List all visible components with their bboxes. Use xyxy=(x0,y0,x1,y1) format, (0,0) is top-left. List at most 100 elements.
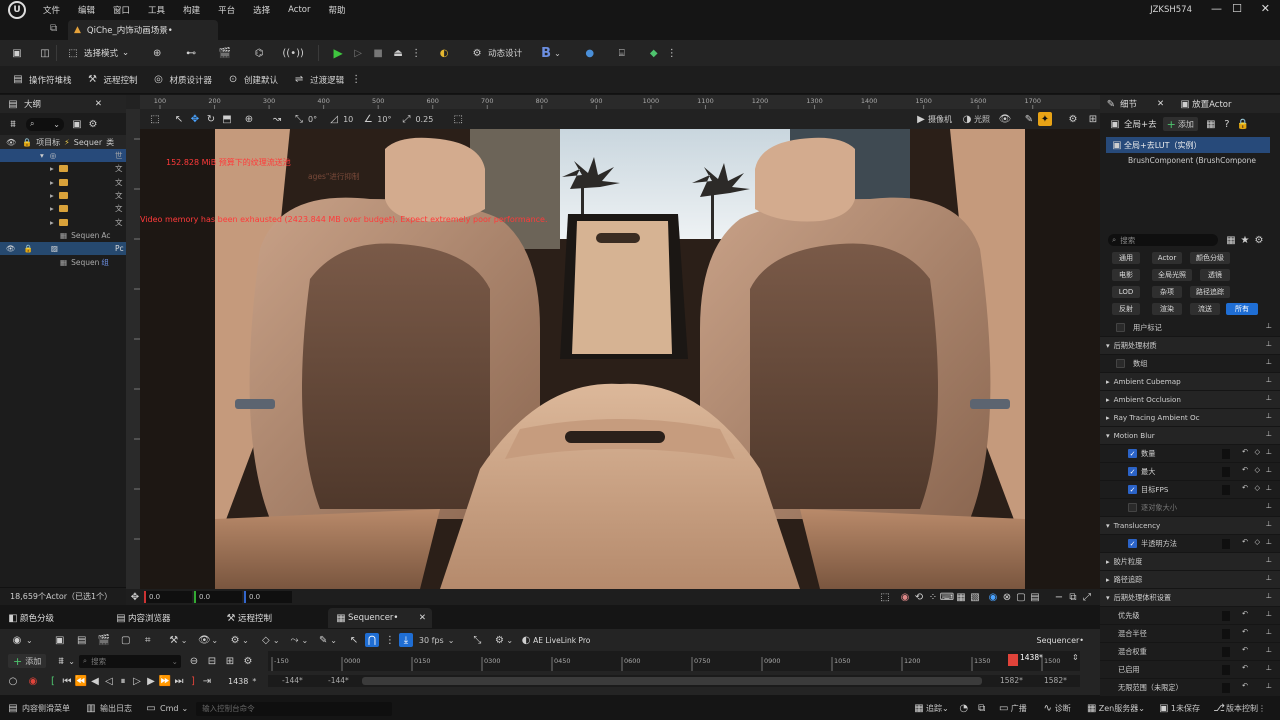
gamepad-icon[interactable]: ⌨ xyxy=(940,590,954,604)
start-bracket-icon[interactable]: [ xyxy=(46,674,60,688)
property-row[interactable]: ▸ Ray Tracing Ambient Oc ⊥ xyxy=(1100,409,1280,427)
favorite-icon[interactable]: ★ xyxy=(1238,233,1252,247)
broadcast-icon[interactable]: ((•)) xyxy=(282,46,304,60)
value-field[interactable] xyxy=(1222,467,1230,477)
camera-icon[interactable]: ▢ xyxy=(119,633,133,647)
create-default-button[interactable]: ⊙ 创建默认 xyxy=(221,70,283,90)
select-tool-icon[interactable]: ↖ xyxy=(172,112,186,126)
pin-icon[interactable]: ⊥ xyxy=(1266,483,1272,492)
menu-file[interactable]: 文件 xyxy=(34,4,69,16)
more-options-icon[interactable]: ⋮ xyxy=(409,46,423,60)
property-row[interactable]: ▾ 后期处理材质 ⊥ xyxy=(1100,337,1280,355)
settings-icon[interactable]: ⚙ xyxy=(241,654,255,668)
settings-icon[interactable]: ⚙ xyxy=(492,633,506,647)
checkbox[interactable]: ✓ xyxy=(1128,449,1137,458)
tab-sequencer[interactable]: ▦ Sequencer• ✕ xyxy=(328,608,432,628)
prev-frame-icon[interactable]: ◀ xyxy=(88,674,102,688)
car-interior-render[interactable]: 152.828 MiB 预算下的纹理流送池 ages"进行抑制 Video me… xyxy=(140,129,1100,589)
jump-start-icon[interactable]: ⏮ xyxy=(60,674,74,688)
property-row[interactable]: ▸ 胶片粒度 ⊥ xyxy=(1100,553,1280,571)
realtime-icon[interactable]: ✎ xyxy=(1022,112,1036,126)
camera-icon[interactable]: ⌸ xyxy=(615,46,629,60)
key-icon[interactable]: ◇ xyxy=(259,633,273,647)
tree-row-sequence-actor[interactable]: ▦ Sequen Ac xyxy=(0,229,126,242)
coord-y-field[interactable]: 0.0 xyxy=(194,591,242,603)
view-icon[interactable]: 👁 xyxy=(197,633,211,647)
property-row[interactable]: 优先级 ↶ ⊥ xyxy=(1100,607,1280,625)
content-drawer-button[interactable]: ▤ 内容侧滑菜单 xyxy=(6,702,70,716)
menu-select[interactable]: 选择 xyxy=(244,4,279,16)
column-type[interactable]: 类 xyxy=(106,137,114,148)
surface-snap-icon[interactable]: ↝ xyxy=(270,112,284,126)
select-tool-icon[interactable]: ↖ xyxy=(347,633,361,647)
find-icon[interactable]: ▤ xyxy=(75,633,89,647)
chevron-down-icon[interactable]: ⌄ xyxy=(273,636,280,645)
chevron-down-icon[interactable]: ⌄ xyxy=(448,636,455,645)
zen-server-button[interactable]: ▦ Zen服务器 ⌄ xyxy=(1085,702,1145,716)
jump-end-icon[interactable]: ⏭ xyxy=(172,674,186,688)
content-icon[interactable]: ◫ xyxy=(38,46,52,60)
user-name[interactable]: JZKSH574 xyxy=(1150,5,1192,15)
maximize-viewport-icon[interactable]: ⬚ xyxy=(451,112,465,126)
pin-icon[interactable]: ⊥ xyxy=(1266,555,1272,564)
menu-window[interactable]: 窗口 xyxy=(104,4,139,16)
checkbox[interactable]: ✓ xyxy=(1128,485,1137,494)
chip-actor[interactable]: Actor xyxy=(1152,252,1182,264)
property-row[interactable]: ✓ 最大 ↶ ◇ ⊥ xyxy=(1100,463,1280,481)
checkbox[interactable] xyxy=(1116,323,1125,332)
reset-icon[interactable]: ↶ xyxy=(1242,627,1248,636)
timeline-ruler[interactable]: -150 0000 0150 0300 0450 0600 0750 0900 1050 1200… xyxy=(268,651,1080,671)
brush-component-row[interactable]: BrushComponent (BrushCompone xyxy=(1100,153,1280,167)
chevron-down-icon[interactable]: ⌄ xyxy=(330,636,337,645)
console-input[interactable]: 输入控制台命令 xyxy=(196,701,393,716)
rotate-tool-icon[interactable]: ↻ xyxy=(204,112,218,126)
chip-misc[interactable]: 杂项 xyxy=(1152,286,1182,298)
frame-icon[interactable]: ⬚ xyxy=(878,590,892,604)
derived-data-icon[interactable]: ◔ xyxy=(957,702,971,716)
menu-edit[interactable]: 编辑 xyxy=(69,4,104,16)
menu-build[interactable]: 构建 xyxy=(174,4,209,16)
eject-icon[interactable]: ⏏ xyxy=(391,46,405,60)
tab-color-grading[interactable]: ◧ 颜色分级 xyxy=(0,608,54,628)
build-icon[interactable]: ⌬ xyxy=(252,46,266,60)
tree-row-folder[interactable]: ▸ 文 xyxy=(0,202,126,215)
property-row[interactable]: ✓ 目标FPS ↶ ◇ ⊥ xyxy=(1100,481,1280,499)
chip-color-grading[interactable]: 颜色分级 xyxy=(1190,252,1230,264)
step-icon[interactable]: ▷ xyxy=(351,46,365,60)
tab-details[interactable]: 细节 xyxy=(1120,98,1137,110)
blueprint-icon[interactable]: ⊷ xyxy=(184,46,198,60)
prev-key-icon[interactable]: ⏪ xyxy=(74,674,88,688)
current-frame-field[interactable]: 1438 xyxy=(228,677,248,686)
scale-snap-icon[interactable]: ⤢ xyxy=(399,112,413,126)
key-tools-icon[interactable]: ⚒ xyxy=(167,633,181,647)
cinematics-icon[interactable]: 🎬 xyxy=(218,46,232,60)
close-tab-icon[interactable]: ✕ xyxy=(419,613,426,623)
fps-dropdown[interactable]: 30 fps xyxy=(419,636,444,645)
playhead-marker[interactable] xyxy=(1008,654,1018,666)
reset-icon[interactable]: ↶ xyxy=(1242,609,1248,618)
chevron-down-icon[interactable]: ⌄ xyxy=(302,636,309,645)
details-search-input[interactable]: ⌕ 搜索 xyxy=(1108,234,1218,246)
stop-icon[interactable]: ■ xyxy=(371,46,385,60)
image-icon[interactable]: ▧ xyxy=(968,590,982,604)
viewport-options-icon[interactable]: ⬚ xyxy=(148,112,162,126)
pin-icon[interactable]: ⊥ xyxy=(1266,465,1272,474)
pin-icon[interactable]: ⊥ xyxy=(1266,627,1272,636)
property-row[interactable]: 逐对象大小 ⊥ xyxy=(1100,499,1280,517)
settings-icon[interactable]: ⚙ xyxy=(1252,233,1266,247)
tree-row-selected[interactable]: 👁 🔒 ▨ Pc xyxy=(0,242,126,256)
pin-icon[interactable]: ⊥ xyxy=(1266,321,1272,330)
rotation-snap-icon[interactable]: ◿ xyxy=(327,112,341,126)
snap-magnet-icon[interactable]: ⋂ xyxy=(364,633,379,647)
cmd-dropdown[interactable]: ▭ Cmd ⌄ xyxy=(144,702,188,716)
property-row[interactable]: 用户标记 ⊥ xyxy=(1100,319,1280,337)
maximize-icon[interactable]: ☐ xyxy=(1232,2,1242,15)
pin-icon[interactable]: ⊥ xyxy=(1266,411,1272,420)
coord-x-field[interactable]: 0.0 xyxy=(144,591,192,603)
tab-remote-control[interactable]: ⚒ 远程控制 xyxy=(218,608,273,628)
filter-icon[interactable]: ⩩ xyxy=(6,117,20,131)
menu-platform[interactable]: 平台 xyxy=(209,4,244,16)
pin-icon[interactable]: ⊥ xyxy=(1266,663,1272,672)
record-outline-icon[interactable]: ○ xyxy=(6,674,20,688)
table-view-icon[interactable]: ▦ xyxy=(1224,233,1238,247)
